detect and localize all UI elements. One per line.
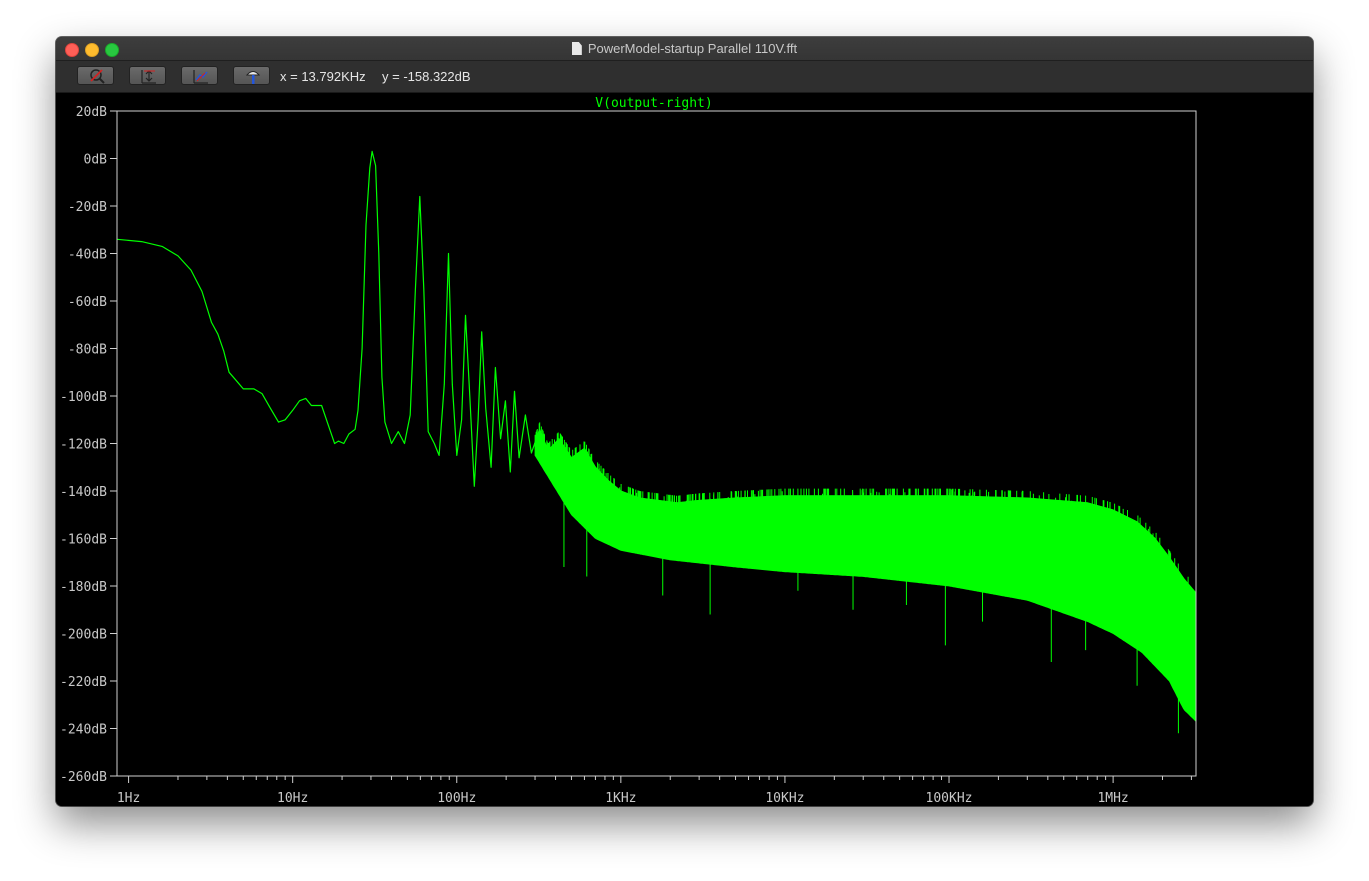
x-tick-label: 10Hz xyxy=(277,791,308,806)
x-tick-label: 1Hz xyxy=(117,791,140,806)
waveform-window: PowerModel-startup Parallel 110V.fft x =… xyxy=(56,37,1313,806)
pan-icon xyxy=(245,71,261,84)
window-title-wrap: PowerModel-startup Parallel 110V.fft xyxy=(56,41,1313,57)
title-bar[interactable]: PowerModel-startup Parallel 110V.fft xyxy=(56,37,1313,61)
y-tick-label: -40dB xyxy=(68,248,107,263)
document-icon xyxy=(571,42,582,55)
toolbar: x = 13.792KHz y = -158.322dB xyxy=(56,61,1313,93)
plot-area[interactable]: V(output-right) 20dB 0dB -20dB -40dB -60dB -8… xyxy=(56,93,1313,806)
zoom-cancel-icon xyxy=(90,69,105,84)
y-cursor-readout: y = -158.322dB xyxy=(382,69,471,84)
y-tick-label: 0dB xyxy=(84,153,108,168)
autorange-y-button[interactable] xyxy=(129,66,166,85)
x-tick-label: 1MHz xyxy=(1097,791,1128,806)
y-tick-label: -200dB xyxy=(60,628,107,643)
x-tick-label: 10KHz xyxy=(765,791,804,806)
window-title: PowerModel-startup Parallel 110V.fft xyxy=(587,41,798,56)
y-tick-label: 20dB xyxy=(76,105,107,120)
y-tick-label: -60dB xyxy=(68,295,107,310)
x-tick-label: 100Hz xyxy=(437,791,476,806)
x-cursor-readout: x = 13.792KHz xyxy=(280,69,366,84)
autorange-xy-icon xyxy=(193,70,208,84)
trace-group xyxy=(116,150,1197,734)
y-tick-label: -140dB xyxy=(60,485,107,500)
y-tick-label: -220dB xyxy=(60,675,107,690)
y-tick-label: -240dB xyxy=(60,723,107,738)
autorange-xy-button[interactable] xyxy=(181,66,218,85)
y-tick-label: -180dB xyxy=(60,580,107,595)
y-axis: 20dB 0dB -20dB -40dB -60dB -80dB -100dB -120dB -… xyxy=(60,105,117,785)
y-tick-label: -260dB xyxy=(60,770,107,785)
zoom-cancel-button[interactable] xyxy=(77,66,114,85)
x-tick-label: 1KHz xyxy=(605,791,636,806)
pan-button[interactable] xyxy=(233,66,270,85)
y-tick-label: -100dB xyxy=(60,390,107,405)
plot-frame xyxy=(116,110,1197,777)
x-axis: 1Hz 10Hz 100Hz 1KHz 10KHz 100KHz 1MHz xyxy=(117,776,1192,806)
fft-chart[interactable]: V(output-right) 20dB 0dB -20dB -40dB -60dB -8… xyxy=(56,93,1313,806)
chart-title: V(output-right) xyxy=(595,96,712,111)
y-tick-label: -160dB xyxy=(60,533,107,548)
y-tick-label: -20dB xyxy=(68,200,107,215)
y-tick-label: -80dB xyxy=(68,343,107,358)
x-tick-label: 100KHz xyxy=(926,791,973,806)
autorange-y-icon xyxy=(141,70,156,84)
y-tick-label: -120dB xyxy=(60,438,107,453)
